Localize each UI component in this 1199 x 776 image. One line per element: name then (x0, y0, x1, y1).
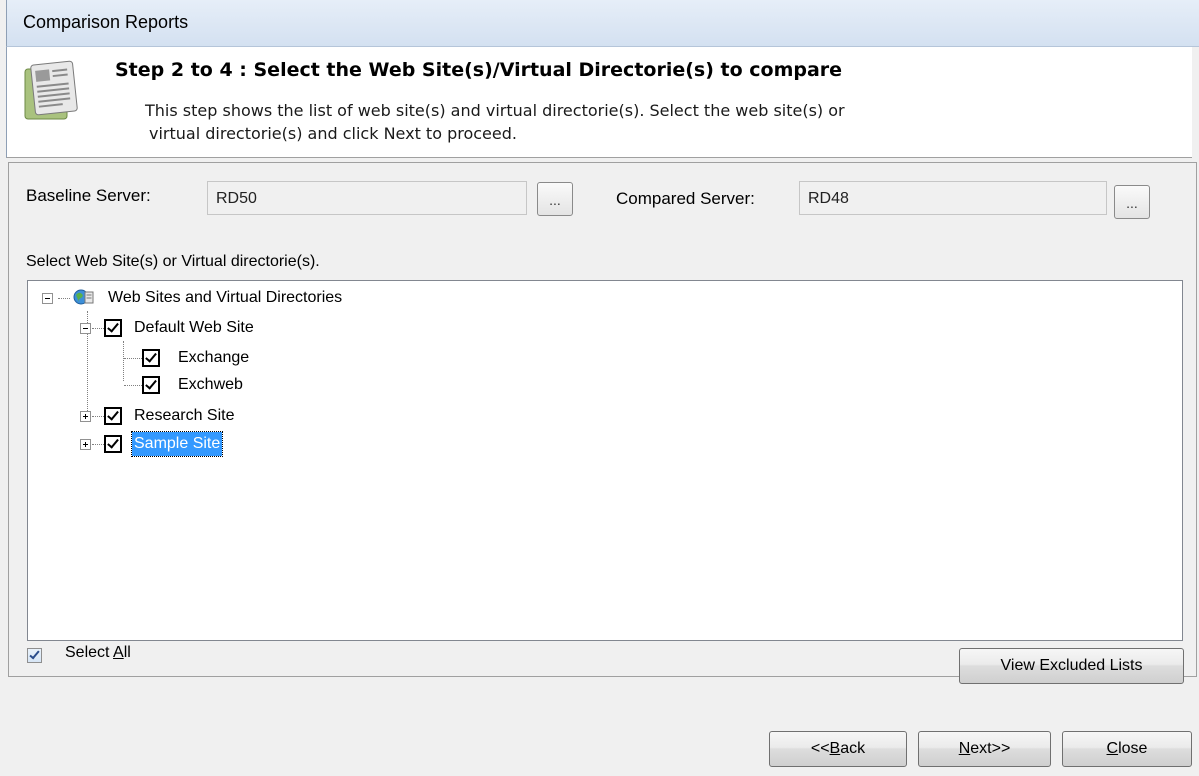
checkbox-checked-icon[interactable] (104, 319, 122, 337)
select-all-checkbox[interactable] (27, 648, 42, 663)
select-all-text-end: ll (123, 644, 131, 661)
wizard-header: Step 2 to 4 : Select the Web Site(s)/Vir… (6, 47, 1192, 158)
tree-instruction: Select Web Site(s) or Virtual directorie… (26, 253, 320, 270)
back-prefix: << (810, 740, 830, 757)
select-all-mnemonic: A (113, 644, 124, 661)
checkbox-checked-icon[interactable] (104, 435, 122, 453)
step-description-line1: This step shows the list of web site(s) … (145, 101, 845, 120)
window-title: Comparison Reports (23, 12, 189, 32)
compared-server-field[interactable]: RD48 (799, 181, 1107, 215)
next-button[interactable]: Next>> (918, 731, 1051, 767)
collapse-icon[interactable] (80, 323, 91, 334)
expand-icon[interactable] (80, 411, 91, 422)
view-excluded-lists-button[interactable]: View Excluded Lists (959, 648, 1184, 684)
tree-node-label-selected: Sample Site (130, 431, 224, 457)
tree-connector (92, 444, 104, 445)
baseline-browse-button[interactable]: ... (537, 182, 573, 216)
title-bar: Comparison Reports (6, 0, 1199, 47)
back-mnemonic: B (829, 740, 841, 757)
tree-node-label: Exchweb (178, 376, 243, 393)
tree-node-label: Research Site (134, 407, 235, 424)
tree-connector (123, 341, 124, 381)
checkbox-checked-icon[interactable] (142, 376, 160, 394)
tree-connector (92, 328, 104, 329)
back-button[interactable]: <<Back (769, 731, 907, 767)
step-description-line2: virtual directorie(s) and click Next to … (149, 124, 517, 143)
step-title: Step 2 to 4 : Select the Web Site(s)/Vir… (115, 59, 843, 81)
report-document-icon (21, 57, 85, 130)
step-description: This step shows the list of web site(s) … (145, 99, 1065, 145)
close-mnemonic: C (1106, 740, 1119, 757)
select-all-label[interactable]: Select All (65, 644, 131, 662)
checkbox-checked-icon[interactable] (142, 349, 160, 367)
compared-browse-button[interactable]: ... (1114, 185, 1150, 219)
collapse-icon[interactable] (42, 293, 53, 304)
tree-connector (124, 358, 142, 359)
back-text: ack (840, 740, 866, 757)
next-text: ext>> (970, 740, 1011, 757)
tree-node-label: Exchange (178, 349, 250, 366)
close-button[interactable]: Close (1062, 731, 1192, 767)
expand-icon[interactable] (80, 439, 91, 450)
selection-panel: Baseline Server: RD50 ... Compared Serve… (8, 162, 1197, 684)
tree-connector (58, 298, 70, 299)
tree-connector (124, 385, 142, 386)
tree-root-label: Web Sites and Virtual Directories (108, 289, 343, 306)
checkbox-checked-icon[interactable] (104, 407, 122, 425)
baseline-server-field[interactable]: RD50 (207, 181, 527, 215)
compared-server-label: Compared Server: (616, 189, 755, 208)
select-all-text: Select (65, 644, 114, 661)
web-sites-globe-icon (72, 286, 94, 316)
tree-connector (92, 416, 104, 417)
next-mnemonic: N (958, 740, 971, 757)
baseline-server-label: Baseline Server: (26, 186, 151, 205)
site-tree[interactable]: Web Sites and Virtual Directories Defaul… (27, 280, 1183, 641)
close-text: lose (1118, 740, 1148, 757)
tree-node-label: Default Web Site (134, 319, 254, 336)
